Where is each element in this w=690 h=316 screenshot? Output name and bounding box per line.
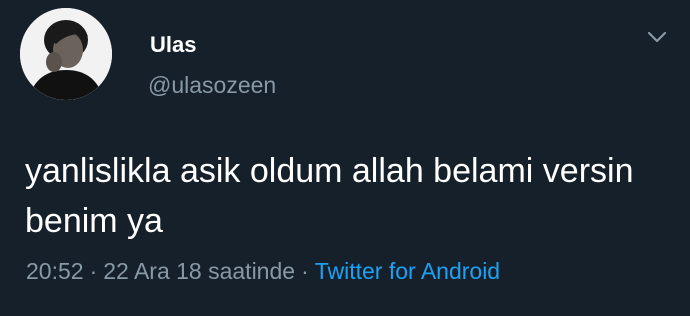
chevron-down-icon[interactable] [644, 26, 670, 48]
tweet-time[interactable]: 20:52 [26, 258, 84, 284]
profile-photo-icon [20, 8, 112, 100]
tweet-date[interactable]: 22 Ara 18 saatinde [103, 258, 295, 284]
tweet-card: Ulas @ulasozeen yanlislikla asik oldum a… [0, 0, 690, 316]
meta-separator-2: · [301, 258, 309, 284]
tweet-text: yanlislikla asik oldum allah belami vers… [25, 152, 634, 240]
user-handle[interactable]: @ulasozeen [148, 72, 276, 99]
tweet-meta: 20:52 · 22 Ara 18 saatinde · Twitter for And… [26, 258, 500, 285]
user-display-name[interactable]: Ulas [150, 32, 196, 58]
meta-separator: · [89, 258, 98, 284]
avatar[interactable] [20, 8, 112, 100]
tweet-source-link[interactable]: Twitter for Android [315, 258, 500, 284]
